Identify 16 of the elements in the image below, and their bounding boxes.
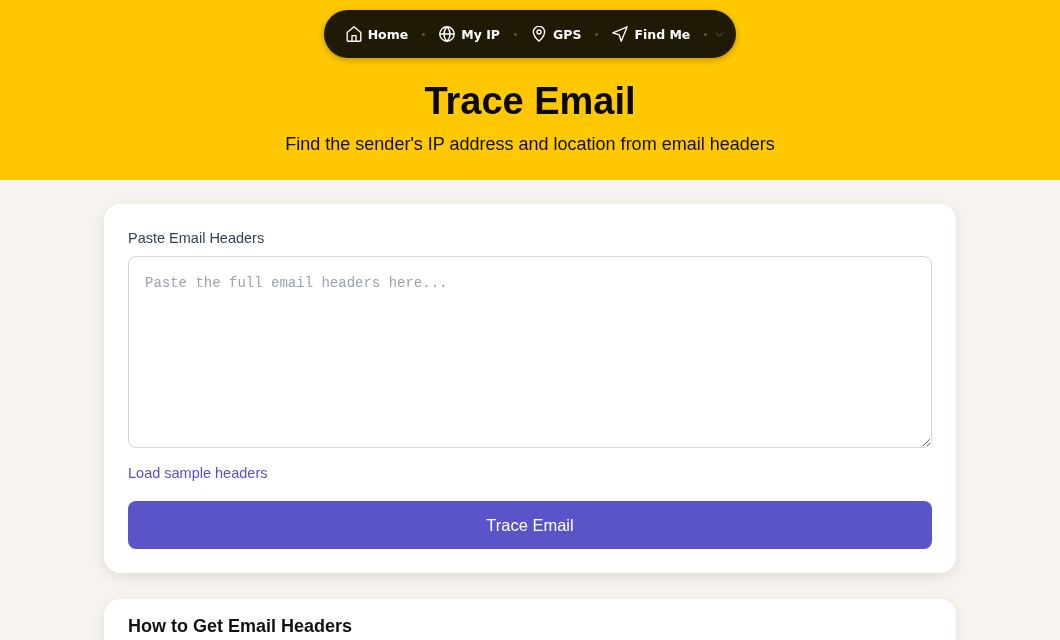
map-pin-icon	[530, 26, 547, 42]
navigation-arrow-icon	[612, 26, 629, 42]
nav-link[interactable]: GPS	[530, 26, 582, 42]
trace-email-button[interactable]: Trace Email	[128, 501, 932, 549]
field-label: Paste Email Headers	[128, 229, 266, 248]
section-heading: How to Get Email Headers	[128, 615, 354, 637]
page-title: Trace Email	[424, 79, 636, 123]
page-subtitle: Find the sender's IP address and location from email headers	[285, 133, 775, 156]
nav-link[interactable]: My IP	[439, 26, 500, 42]
nav-link[interactable]: Find Me	[612, 26, 691, 42]
globe-icon	[439, 26, 456, 42]
load-sample-link[interactable]: Load sample headers	[128, 463, 268, 483]
headers-input-field[interactable]: Paste the full email headers here...	[128, 256, 932, 448]
house-icon	[345, 26, 362, 42]
nav-link[interactable]: Home	[345, 26, 409, 42]
chevron-down-icon[interactable]	[715, 31, 725, 37]
